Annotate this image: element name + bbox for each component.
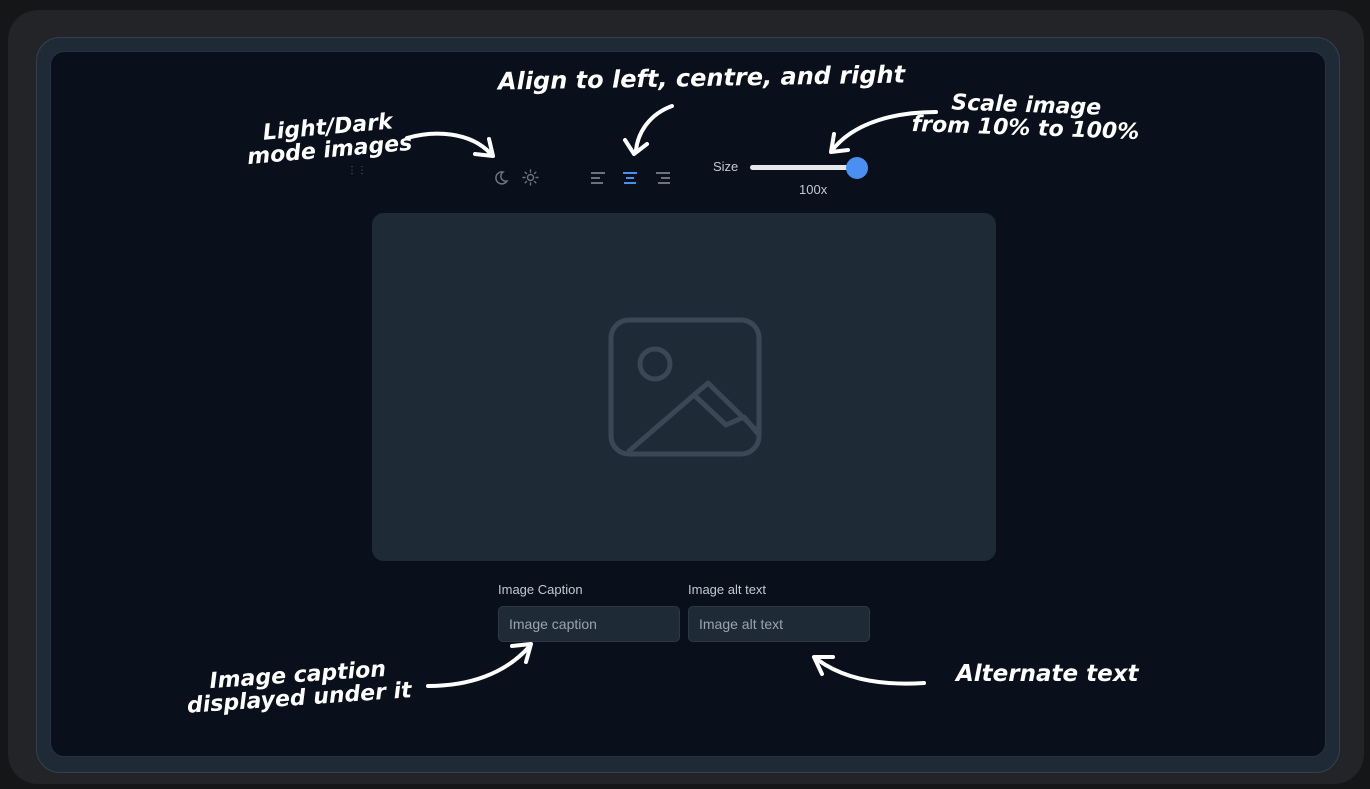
size-slider-track[interactable] [750,165,858,170]
annotation-scale: Scale image from 10% to 100% [911,90,1140,145]
alt-text-input[interactable] [688,606,870,642]
sun-icon[interactable] [522,169,539,186]
align-center-icon[interactable] [622,171,638,185]
caption-input[interactable] [498,606,680,642]
image-icon [608,317,762,457]
alt-text-label: Image alt text [688,582,767,597]
drag-handle-icon[interactable]: ⋮⋮ [347,165,367,176]
size-slider-thumb[interactable] [846,157,868,179]
arrow-to-align-icons [623,104,674,156]
size-label: Size [713,159,739,174]
caption-label: Image Caption [498,582,583,597]
image-placeholder[interactable] [372,213,996,561]
align-right-icon[interactable] [655,171,671,185]
annotation-alt: Alternate text [956,661,1139,687]
align-left-icon[interactable] [590,171,606,185]
size-value: 100x [799,182,828,197]
arrow-to-alt-field [812,655,926,686]
moon-icon[interactable] [493,170,509,186]
arrow-to-caption-field [426,642,533,688]
arrow-to-slider [829,110,938,154]
arrow-to-theme-icons [405,131,495,158]
